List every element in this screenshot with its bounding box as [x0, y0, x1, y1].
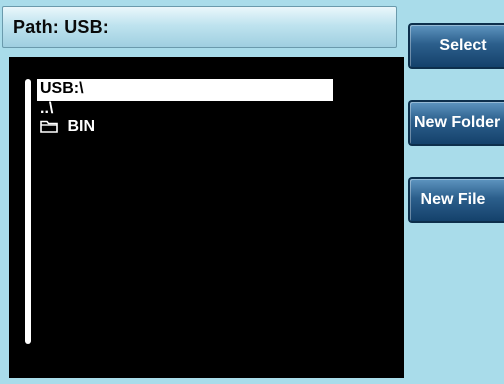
folder-icon: [40, 119, 60, 133]
file-row-label: ..\: [40, 100, 54, 117]
new-folder-button-label: New Folder: [414, 114, 501, 131]
new-file-button[interactable]: New File: [408, 177, 504, 223]
file-row-parent-dir[interactable]: ..\: [37, 101, 333, 119]
file-row-label: USB:\: [40, 80, 84, 97]
file-row-folder-bin[interactable]: BIN: [37, 119, 333, 137]
new-file-button-label: New File: [420, 191, 486, 208]
file-browser-screen: Path: USB: USB:\ ..\ BIN Select New Fold…: [0, 0, 504, 384]
file-row-label: BIN: [67, 118, 96, 135]
select-button-label: Select: [439, 37, 487, 54]
file-list-panel: USB:\ ..\ BIN: [9, 57, 404, 378]
select-button[interactable]: Select: [408, 23, 504, 69]
path-bar: Path: USB:: [2, 6, 397, 48]
path-label: Path: USB:: [13, 17, 109, 37]
file-row-usb-root[interactable]: USB:\: [37, 79, 333, 101]
file-list: USB:\ ..\ BIN: [37, 79, 333, 137]
new-folder-button[interactable]: New Folder: [408, 100, 504, 146]
scrollbar[interactable]: [25, 79, 31, 344]
